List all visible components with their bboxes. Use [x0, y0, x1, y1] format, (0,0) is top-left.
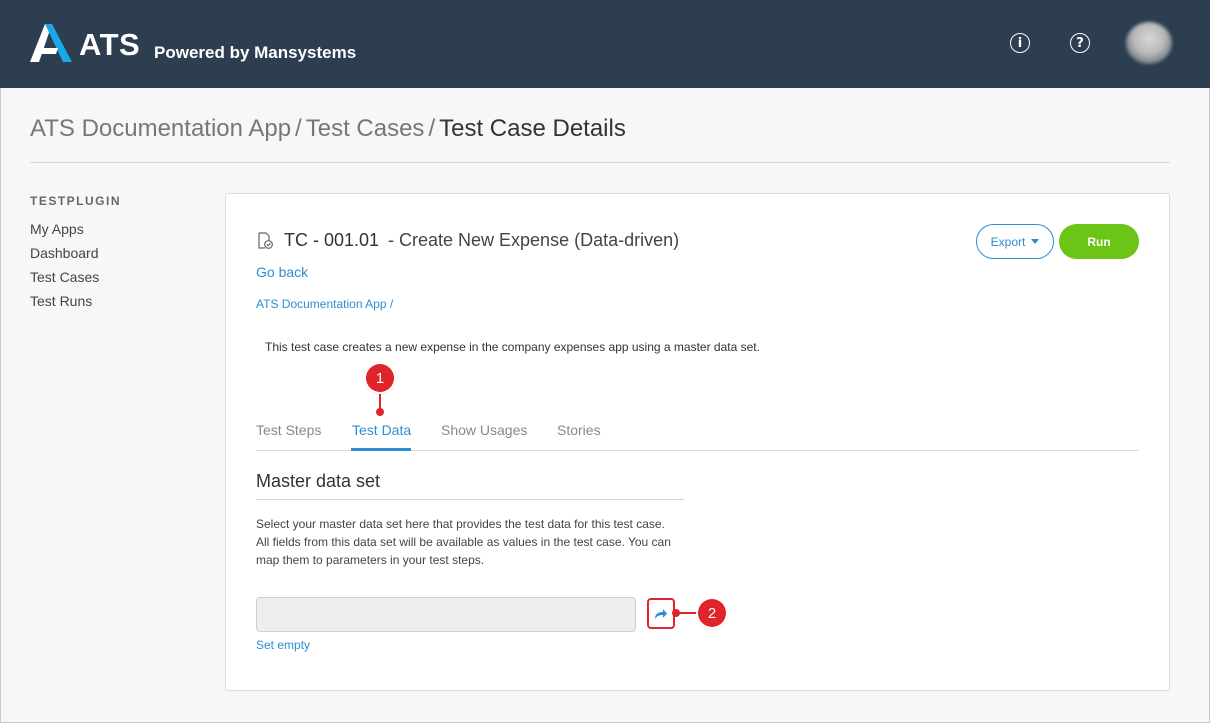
breadcrumb-app[interactable]: ATS Documentation App	[30, 115, 291, 142]
sidebar-item-test-runs[interactable]: Test Runs	[30, 293, 92, 309]
help-line-2: All fields from this data set will be av…	[256, 535, 671, 567]
forward-arrow-icon	[655, 608, 667, 619]
info-icon[interactable]: i	[1010, 33, 1030, 53]
callout-connector	[678, 612, 700, 614]
tab-stories[interactable]: Stories	[557, 422, 601, 438]
master-data-title: Master data set	[256, 471, 381, 491]
sidebar-item-dashboard[interactable]: Dashboard	[30, 245, 99, 261]
sidebar-item-test-cases[interactable]: Test Cases	[30, 269, 99, 285]
test-case-id: TC - 001.01	[284, 230, 380, 250]
top-bar: ATS Powered by Mansystems i ?	[0, 0, 1210, 88]
brand-tagline: Powered by Mansystems	[154, 43, 357, 62]
run-button[interactable]: Run	[1059, 224, 1139, 259]
chevron-down-icon	[1031, 239, 1040, 244]
help-icon[interactable]: ?	[1070, 33, 1090, 53]
breadcrumb-separator: /	[428, 115, 436, 142]
breadcrumb: ATS Documentation App / Test Cases / Test Ca…	[30, 115, 626, 143]
breadcrumb-current: Test Case Details	[439, 115, 626, 142]
master-data-input[interactable]	[256, 597, 636, 632]
breadcrumb-divider	[30, 162, 1170, 163]
select-data-set-button[interactable]	[647, 598, 675, 629]
app-link-separator: /	[389, 297, 394, 311]
export-label: Export	[990, 234, 1026, 249]
set-empty-link[interactable]: Set empty	[256, 638, 310, 652]
section-divider	[256, 499, 684, 500]
test-case-icon	[258, 232, 273, 249]
breadcrumb-test-cases[interactable]: Test Cases	[306, 115, 425, 142]
brand-name: ATS	[79, 27, 141, 62]
breadcrumb-separator: /	[295, 115, 302, 142]
export-button[interactable]: Export	[976, 224, 1054, 259]
test-case-description: This test case creates a new expense in …	[265, 340, 760, 354]
tab-show-usages[interactable]: Show Usages	[441, 422, 527, 438]
test-case-title: - Create New Expense (Data-driven)	[388, 230, 680, 250]
ats-logo-icon[interactable]	[30, 24, 72, 62]
callout-2: 2	[698, 599, 726, 627]
master-data-help: Select your master data set here that pr…	[256, 515, 686, 569]
active-tab-indicator	[351, 448, 411, 451]
callout-anchor	[376, 408, 384, 416]
run-label: Run	[1087, 234, 1111, 249]
help-line-1: Select your master data set here that pr…	[256, 517, 665, 531]
tab-test-steps[interactable]: Test Steps	[256, 422, 321, 438]
avatar[interactable]	[1126, 22, 1172, 64]
sidebar-heading: TESTPLUGIN	[30, 194, 122, 208]
app-link[interactable]: ATS Documentation App	[256, 297, 387, 311]
sidebar-item-my-apps[interactable]: My Apps	[30, 221, 84, 237]
app-breadcrumb: ATS Documentation App /	[256, 297, 393, 311]
tab-test-data[interactable]: Test Data	[352, 422, 411, 438]
callout-1: 1	[366, 364, 394, 392]
go-back-link[interactable]: Go back	[256, 264, 308, 280]
